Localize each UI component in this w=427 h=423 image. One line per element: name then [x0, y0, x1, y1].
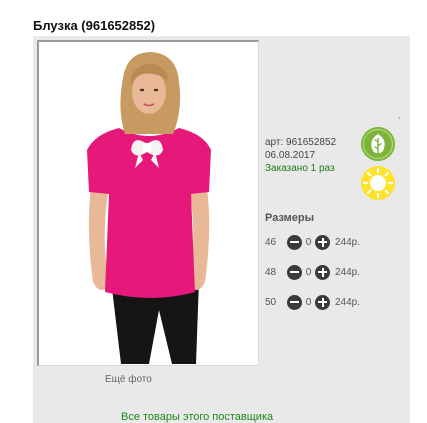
size-label: 50: [265, 296, 277, 308]
product-title: Блузка (961652852): [33, 18, 156, 33]
sizes-heading: Размеры: [265, 212, 315, 224]
quantity-value: 0: [305, 266, 312, 278]
leaf-icon: [361, 127, 395, 161]
size-price: 244р.: [335, 266, 361, 278]
size-price: 244р.: [335, 236, 361, 248]
size-label: 48: [265, 266, 277, 278]
sun-icon: [361, 166, 395, 200]
size-row: 50 0 244р.: [265, 294, 360, 310]
article-number: арт: 961652852: [265, 137, 337, 148]
decrease-quantity-button[interactable]: [287, 234, 302, 250]
more-photos-link[interactable]: Ещё фото: [105, 374, 152, 385]
size-price: 244р.: [335, 296, 361, 308]
increase-quantity-button[interactable]: [315, 264, 330, 280]
quantity-value: 0: [305, 296, 312, 308]
size-row: 46 0 244р.: [265, 234, 360, 250]
decrease-quantity-button[interactable]: [287, 264, 302, 280]
increase-quantity-button[interactable]: [315, 294, 330, 310]
product-date: 06.08.2017: [265, 150, 316, 161]
decrease-quantity-button[interactable]: [287, 294, 302, 310]
increase-quantity-button[interactable]: [315, 234, 330, 250]
order-count: Заказано 1 раз: [265, 163, 335, 174]
product-photo-image: [39, 42, 258, 365]
product-photo[interactable]: [37, 40, 259, 366]
quantity-value: 0: [305, 236, 312, 248]
size-row: 48 0 244р.: [265, 264, 360, 280]
size-label: 46: [265, 236, 277, 248]
supplier-products-link[interactable]: Все товары этого поставщика: [121, 411, 273, 423]
stray-mark: ,: [398, 110, 401, 120]
product-info: арт: 961652852 06.08.2017 Заказано 1 раз: [265, 136, 336, 175]
